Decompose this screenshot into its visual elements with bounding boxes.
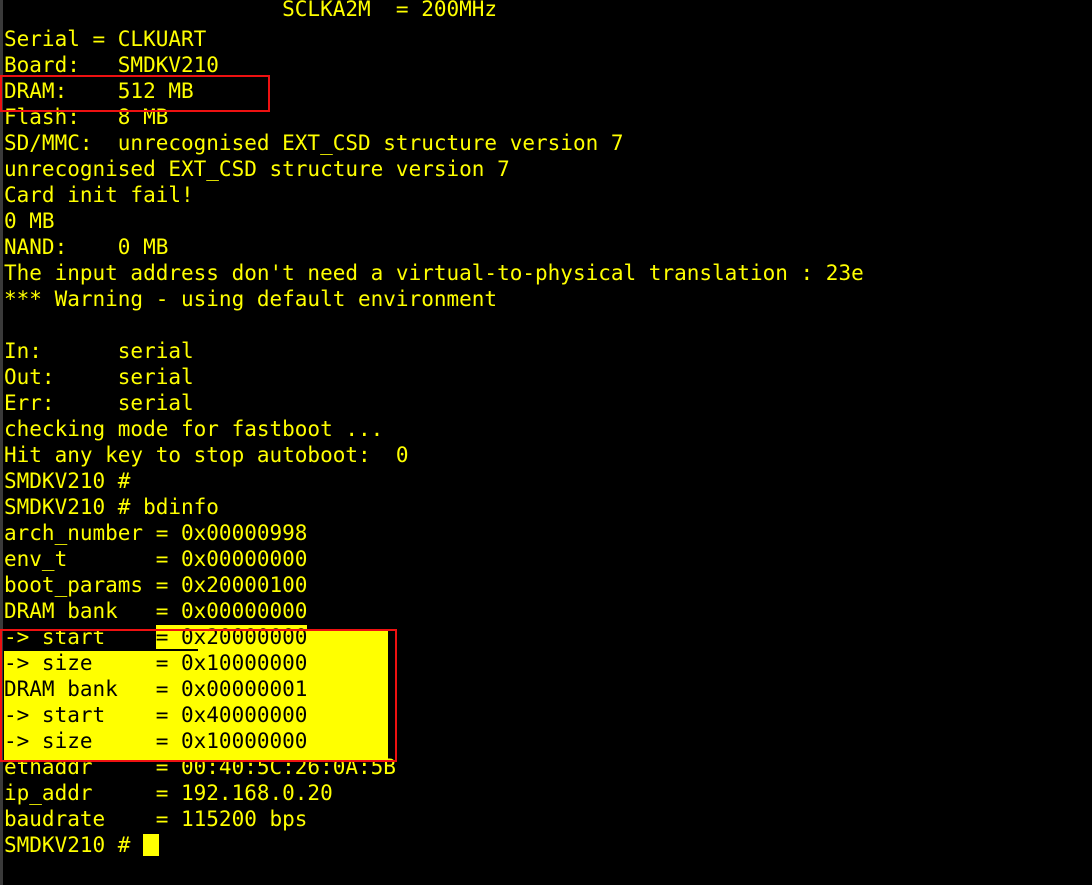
terminal-line-text: -> start (4, 625, 156, 649)
terminal-line-card-init-fail: Card init fail! (4, 182, 1092, 208)
terminal-line-prompt-cursor: SMDKV210 # (4, 832, 1092, 858)
terminal-line-text: ethaddr = 00:40:5C:26:0A:5B (4, 755, 396, 779)
terminal-line-text: Board: SMDKV210 (4, 53, 219, 77)
terminal-line-text: baudrate = 115200 bps (4, 807, 308, 831)
terminal-line-text: In: serial (4, 339, 194, 363)
terminal-left-gutter (0, 0, 3, 885)
terminal-line-text: 0 MB (4, 209, 55, 233)
terminal-line-serial: Serial = CLKUART (4, 26, 1092, 52)
terminal-line-selected-text: -> start = 0x40000000 (4, 703, 308, 727)
terminal-line-text: Out: serial (4, 365, 194, 389)
terminal-line-extcsd-warn: unrecognised EXT_CSD structure version 7 (4, 156, 1092, 182)
terminal-line-dram: DRAM: 512 MB (4, 78, 1092, 104)
terminal-output: SCLKA2M = 200MHz Serial = CLKUART Board: S… (4, 0, 1092, 858)
terminal-line-text: SD/MMC: unrecognised EXT_CSD structure v… (4, 131, 624, 155)
terminal-line-text: checking mode for fastboot ... (4, 417, 384, 441)
terminal-line-fastboot-check: checking mode for fastboot ... (4, 416, 1092, 442)
terminal-line-text: The input address don't need a virtual-t… (4, 261, 864, 285)
terminal-line-text: SMDKV210 # (4, 833, 144, 857)
terminal-line-text: Hit any key to stop autoboot: 0 (4, 443, 409, 467)
terminal-line-text: env_t = 0x00000000 (4, 547, 308, 571)
terminal-line-selected-text: -> size = 0x10000000 (4, 651, 308, 675)
terminal-line-text: ip_addr = 192.168.0.20 (4, 781, 333, 805)
terminal-line-board: Board: SMDKV210 (4, 52, 1092, 78)
terminal-line-text: SCLKA2M = 200MHz (4, 0, 498, 21)
terminal-line-clock-sclka2m: SCLKA2M = 200MHz (4, 0, 1092, 22)
terminal-line-prompt-bdinfo: SMDKV210 # bdinfo (4, 494, 1092, 520)
terminal-line-flash: Flash: 8 MB (4, 104, 1092, 130)
terminal-line-text: unrecognised EXT_CSD structure version 7 (4, 157, 510, 181)
terminal-line-text: Flash: 8 MB (4, 105, 169, 129)
terminal-line-text: boot_params = 0x20000100 (4, 573, 308, 597)
terminal-line-input-address: The input address don't need a virtual-t… (4, 260, 1092, 286)
terminal-line-text: Serial = CLKUART (4, 27, 207, 51)
terminal-line-arch-number: arch_number = 0x00000998 (4, 520, 1092, 546)
terminal-line-boot-params: boot_params = 0x20000100 (4, 572, 1092, 598)
terminal-line-text: Err: serial (4, 391, 194, 415)
terminal-line-text: Card init fail! (4, 183, 194, 207)
terminal-line-blank-1 (4, 312, 1092, 338)
terminal-line-autoboot: Hit any key to stop autoboot: 0 (4, 442, 1092, 468)
terminal-line-in: In: serial (4, 338, 1092, 364)
terminal-line-text: DRAM: 512 MB (4, 79, 194, 103)
terminal-line-env-t: env_t = 0x00000000 (4, 546, 1092, 572)
terminal-line-ip-addr: ip_addr = 192.168.0.20 (4, 780, 1092, 806)
terminal-line-selected-text: DRAM bank = 0x00000001 (4, 677, 308, 701)
terminal-line-baudrate: baudrate = 115200 bps (4, 806, 1092, 832)
terminal-line-text: NAND: 0 MB (4, 235, 169, 259)
terminal-line-selected-text: -> size = 0x10000000 (4, 729, 308, 753)
terminal-line-dram-bank-0: DRAM bank = 0x00000000 (4, 598, 1092, 624)
terminal-line-sdmmc: SD/MMC: unrecognised EXT_CSD structure v… (4, 130, 1092, 156)
terminal-line-prompt-empty: SMDKV210 # (4, 468, 1092, 494)
terminal-window[interactable]: SCLKA2M = 200MHz Serial = CLKUART Board: S… (0, 0, 1092, 885)
terminal-line-text: SMDKV210 # (4, 469, 131, 493)
terminal-line-text: SMDKV210 # bdinfo (4, 495, 219, 519)
terminal-line-text: *** Warning - using default environment (4, 287, 498, 311)
terminal-line-default-env-warning: *** Warning - using default environment (4, 286, 1092, 312)
terminal-line-dram-bank-1: DRAM bank = 0x00000001 (4, 676, 1092, 702)
terminal-line-bank1-size: -> size = 0x10000000 (4, 728, 1092, 754)
terminal-line-bank1-start: -> start = 0x40000000 (4, 702, 1092, 728)
terminal-line-out: Out: serial (4, 364, 1092, 390)
terminal-line-ethaddr: ethaddr = 00:40:5C:26:0A:5B (4, 754, 1092, 780)
terminal-line-selected-text: = 0x20000000 (155, 625, 308, 649)
terminal-line-nand: NAND: 0 MB (4, 234, 1092, 260)
terminal-line-bank0-start: -> start = 0x20000000 (4, 624, 1092, 650)
terminal-cursor (143, 834, 160, 856)
terminal-line-err: Err: serial (4, 390, 1092, 416)
terminal-line-bank0-size: -> size = 0x10000000 (4, 650, 1092, 676)
terminal-line-mmc-size: 0 MB (4, 208, 1092, 234)
terminal-line-text: DRAM bank = 0x00000000 (4, 599, 308, 623)
terminal-line-text: arch_number = 0x00000998 (4, 521, 308, 545)
